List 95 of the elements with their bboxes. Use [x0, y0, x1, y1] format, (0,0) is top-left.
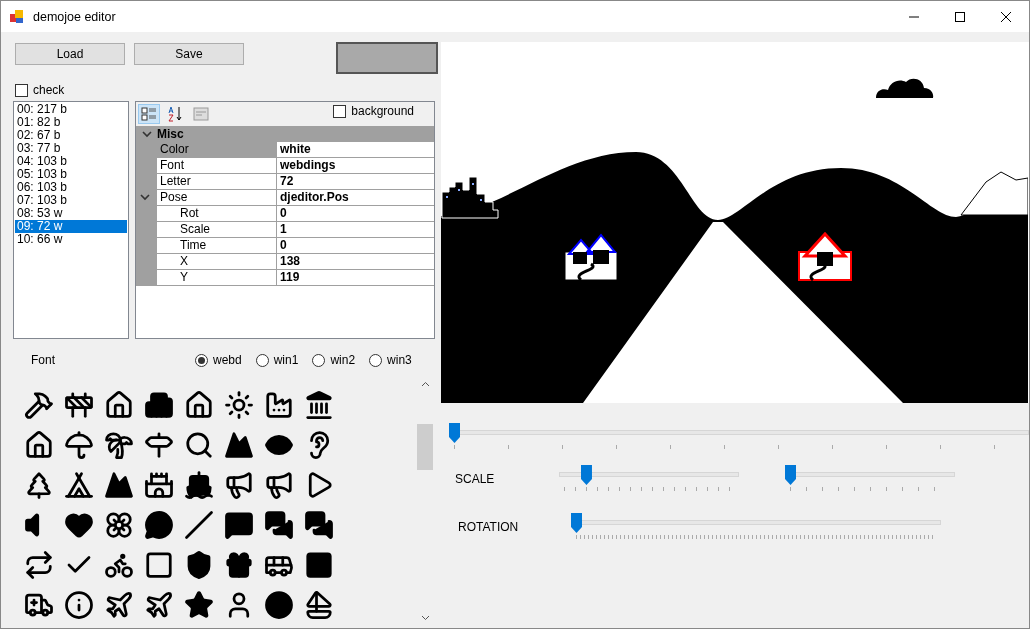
circle-icon[interactable] [264, 590, 294, 620]
tent-icon[interactable] [64, 470, 94, 500]
rotation-label: ROTATION [457, 520, 520, 534]
list-item[interactable]: 01: 82 b [15, 116, 127, 129]
font-radio[interactable]: win3 [369, 353, 412, 367]
scale-slider[interactable] [785, 465, 955, 493]
house-icon [798, 231, 852, 281]
property-value[interactable]: 1 [277, 222, 434, 238]
list-item[interactable]: 03: 77 b [15, 142, 127, 155]
background-checkbox[interactable]: background [333, 104, 414, 118]
scroll-down-icon[interactable] [420, 615, 430, 621]
sort-alphabetical-icon [167, 106, 183, 122]
hammer-icon[interactable] [24, 390, 54, 420]
houses-icon [564, 233, 618, 281]
umbrella-icon[interactable] [64, 430, 94, 460]
toolbar-button[interactable] [138, 104, 160, 124]
property-value[interactable]: 0 [277, 206, 434, 222]
speech-bubble-icon[interactable] [224, 510, 254, 540]
property-name[interactable]: Y [157, 270, 277, 286]
font-radio[interactable]: win2 [312, 353, 356, 367]
scale-label: SCALE [454, 472, 496, 486]
plane-icon[interactable] [104, 590, 134, 620]
list-item[interactable]: 00: 217 b [15, 103, 127, 116]
list-item[interactable]: 04: 103 b [15, 155, 127, 168]
gift-icon[interactable] [224, 550, 254, 580]
pine-tree-icon[interactable] [24, 470, 54, 500]
action-button[interactable]: Load [15, 43, 125, 65]
property-value[interactable]: 0 [277, 238, 434, 254]
property-value[interactable]: djeditor.Pos [277, 190, 434, 206]
categorized-icon [141, 106, 157, 122]
square-icon[interactable] [304, 550, 334, 580]
list-item[interactable]: 05: 103 b [15, 168, 127, 181]
chevron-icon[interactable] [141, 130, 152, 138]
list-item[interactable]: 06: 103 b [15, 181, 127, 194]
chevron-icon[interactable] [140, 194, 150, 201]
property-value[interactable]: webdings [277, 158, 434, 174]
property-value[interactable]: 119 [277, 270, 434, 286]
slash-icon[interactable] [184, 510, 214, 540]
megaphone-icon[interactable] [264, 470, 294, 500]
category-header[interactable]: Misc [136, 126, 434, 142]
plane-icon[interactable] [144, 590, 174, 620]
speech-bubbles-icon[interactable] [264, 510, 294, 540]
scale-slider[interactable] [559, 465, 739, 493]
flower-icon[interactable] [104, 510, 134, 540]
property-name[interactable]: X [157, 254, 277, 270]
list-item[interactable]: 02: 67 b [15, 129, 127, 142]
landmark-icon[interactable] [304, 390, 334, 420]
action-button[interactable]: Save [134, 43, 244, 65]
house-icon[interactable] [24, 430, 54, 460]
speech-bubbles-icon[interactable] [304, 510, 334, 540]
square-icon[interactable] [144, 550, 174, 580]
megaphone-icon[interactable] [224, 470, 254, 500]
maximize-icon [955, 11, 965, 22]
list-item[interactable]: 07: 103 b [15, 194, 127, 207]
window-title: demojoe editor [33, 9, 116, 24]
property-name[interactable]: Color [157, 142, 277, 158]
search-icon[interactable] [184, 430, 214, 460]
property-name[interactable]: Time [157, 238, 277, 254]
list-item[interactable]: 08: 53 w [15, 207, 127, 220]
factory-icon[interactable] [264, 390, 294, 420]
property-name[interactable]: Letter [157, 174, 277, 190]
palm-tree-icon[interactable] [104, 430, 134, 460]
signpost-icon[interactable] [144, 430, 174, 460]
close-icon [1001, 11, 1011, 22]
check-checkbox[interactable]: check [15, 83, 441, 97]
scroll-up-icon[interactable] [420, 381, 430, 387]
property-value[interactable]: 138 [277, 254, 434, 270]
boat-icon[interactable] [304, 590, 334, 620]
time-slider[interactable] [449, 423, 1029, 451]
font-label: Font [31, 353, 56, 367]
cloud-icon [876, 78, 934, 98]
scroll-thumb[interactable] [417, 424, 433, 470]
app-icon [9, 8, 25, 25]
house-icon[interactable] [104, 390, 134, 420]
house-icon[interactable] [184, 390, 214, 420]
font-radio[interactable]: win1 [255, 353, 299, 367]
repeat-icon[interactable] [24, 550, 54, 580]
speech-bubble-icon[interactable] [144, 510, 174, 540]
property-value[interactable]: white [277, 142, 434, 158]
mountain-icon[interactable] [104, 470, 134, 500]
property-pages-icon [193, 106, 209, 122]
color-swatch[interactable] [336, 42, 438, 74]
property-name[interactable]: Font [157, 158, 277, 174]
font-radio[interactable]: webd [195, 353, 242, 367]
list-item[interactable]: 09: 72 w [15, 220, 127, 233]
star-icon[interactable] [184, 590, 214, 620]
mountain-icon[interactable] [224, 430, 254, 460]
property-name[interactable]: Scale [157, 222, 277, 238]
info-icon[interactable] [64, 590, 94, 620]
construction-icon[interactable] [64, 390, 94, 420]
rotation-slider[interactable] [571, 513, 941, 541]
sun-icon[interactable] [224, 390, 254, 420]
list-item[interactable]: 10: 66 w [15, 233, 127, 246]
property-name[interactable]: Rot [157, 206, 277, 222]
property-value[interactable]: 72 [277, 174, 434, 190]
